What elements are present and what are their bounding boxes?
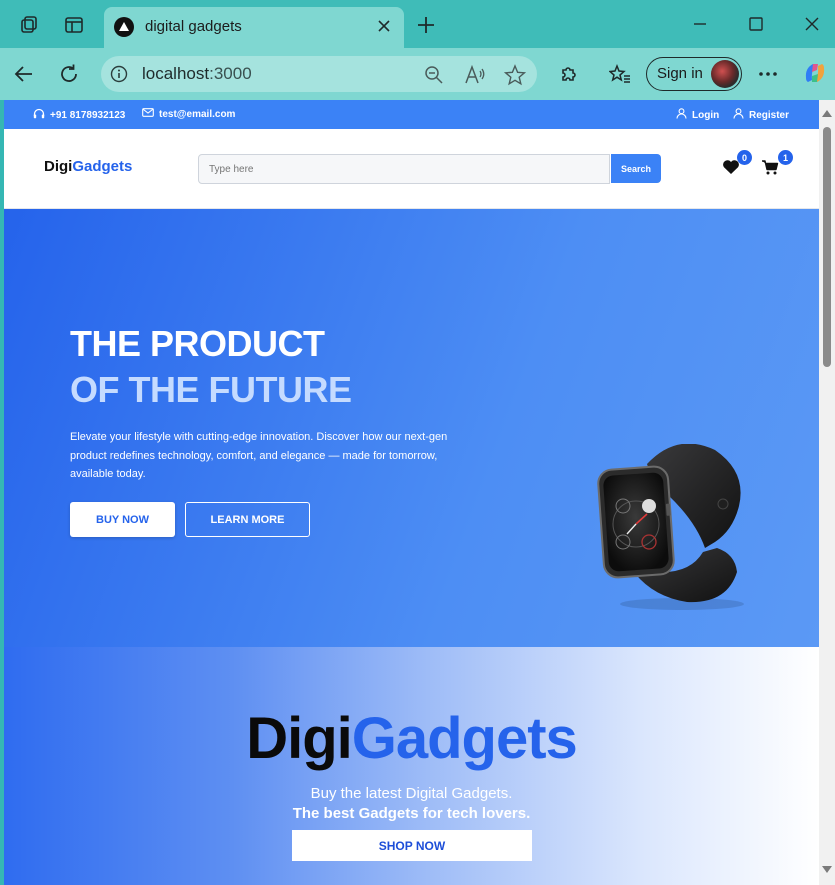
browser-toolbar: localhost:3000 Sign in: [0, 48, 835, 100]
cart-count-badge: 1: [778, 150, 793, 165]
smartwatch-image: [597, 444, 744, 610]
buy-now-button[interactable]: BUY NOW: [70, 502, 175, 537]
shop-now-button[interactable]: SHOP NOW: [292, 830, 532, 861]
phone-contact[interactable]: +91 8178932123: [33, 108, 125, 122]
promo-banner: DigiGadgets Buy the latest Digital Gadge…: [4, 647, 819, 885]
sign-in-button[interactable]: Sign in: [646, 57, 742, 91]
profile-avatar: [711, 60, 739, 88]
email-contact[interactable]: test@email.com: [142, 108, 235, 120]
search-input[interactable]: [198, 154, 610, 184]
cart-button[interactable]: 1: [761, 150, 793, 179]
hero-title-line1: THE PRODUCT: [70, 323, 325, 364]
heart-icon: [722, 160, 740, 179]
promo-subtitle-2: The best Gadgets for tech lovers.: [292, 805, 531, 822]
browser-tab-bar: digital gadgets: [0, 0, 835, 48]
wishlist-count-badge: 0: [737, 150, 752, 165]
nextjs-favicon-icon: [114, 17, 134, 37]
read-aloud-icon[interactable]: [463, 64, 487, 86]
maximize-icon[interactable]: [741, 10, 771, 38]
cart-icon: [761, 160, 779, 179]
promo-subtitle-1: Buy the latest Digital Gadgets.: [310, 785, 513, 802]
hero-section: THE PRODUCT OF THE FUTURE Elevate your l…: [4, 209, 819, 647]
site-info-icon[interactable]: [109, 64, 129, 84]
register-link[interactable]: Register: [733, 108, 789, 122]
zoom-out-icon[interactable]: [423, 64, 445, 86]
favorite-star-icon[interactable]: [503, 63, 527, 87]
user-plus-icon: [733, 108, 744, 122]
workspaces-icon[interactable]: [17, 13, 41, 37]
address-bar[interactable]: localhost:3000: [101, 56, 537, 92]
favorites-collections-icon[interactable]: [607, 61, 633, 87]
site-logo[interactable]: DigiGadgets: [44, 158, 132, 175]
sign-in-label: Sign in: [657, 65, 703, 82]
close-tab-icon[interactable]: [374, 16, 394, 36]
user-icon: [676, 108, 687, 122]
hero-title-line2: OF THE FUTURE: [70, 369, 352, 410]
tab-actions-icon[interactable]: [62, 13, 86, 37]
wishlist-button[interactable]: 0: [722, 150, 752, 179]
minimize-icon[interactable]: [685, 10, 715, 38]
hero-title: THE PRODUCT OF THE FUTURE: [70, 321, 352, 413]
register-label: Register: [749, 109, 790, 121]
site-header: DigiGadgets Search 0 1: [4, 129, 819, 209]
address-url[interactable]: localhost:3000: [142, 64, 252, 84]
envelope-icon: [142, 108, 154, 120]
email-address: test@email.com: [159, 108, 236, 120]
tab-title: digital gadgets: [145, 18, 242, 35]
refresh-icon[interactable]: [56, 61, 82, 87]
extensions-icon[interactable]: [556, 61, 582, 87]
hero-description: Elevate your lifestyle with cutting-edge…: [70, 431, 448, 480]
scroll-thumb[interactable]: [823, 127, 831, 367]
headphones-icon: [33, 108, 45, 122]
page-scrollbar[interactable]: [819, 100, 835, 885]
browser-tab-active[interactable]: digital gadgets: [104, 7, 404, 48]
page-viewport: +91 8178932123 test@email.com Login Regi…: [4, 100, 819, 885]
login-label: Login: [692, 109, 720, 121]
search-button[interactable]: Search: [611, 154, 661, 183]
learn-more-button[interactable]: LEARN MORE: [185, 502, 310, 537]
scroll-down-arrow-icon[interactable]: [822, 866, 832, 873]
back-arrow-icon[interactable]: [11, 61, 37, 87]
window-close-icon[interactable]: [797, 10, 827, 38]
phone-number: +91 8178932123: [50, 109, 126, 121]
more-menu-icon[interactable]: [756, 62, 780, 86]
login-link[interactable]: Login: [676, 108, 719, 122]
promo-title: DigiGadgets: [246, 706, 578, 771]
contact-topbar: +91 8178932123 test@email.com Login Regi…: [4, 100, 819, 129]
new-tab-icon[interactable]: [414, 13, 438, 37]
scroll-up-arrow-icon[interactable]: [822, 110, 832, 117]
copilot-icon[interactable]: [801, 59, 829, 87]
